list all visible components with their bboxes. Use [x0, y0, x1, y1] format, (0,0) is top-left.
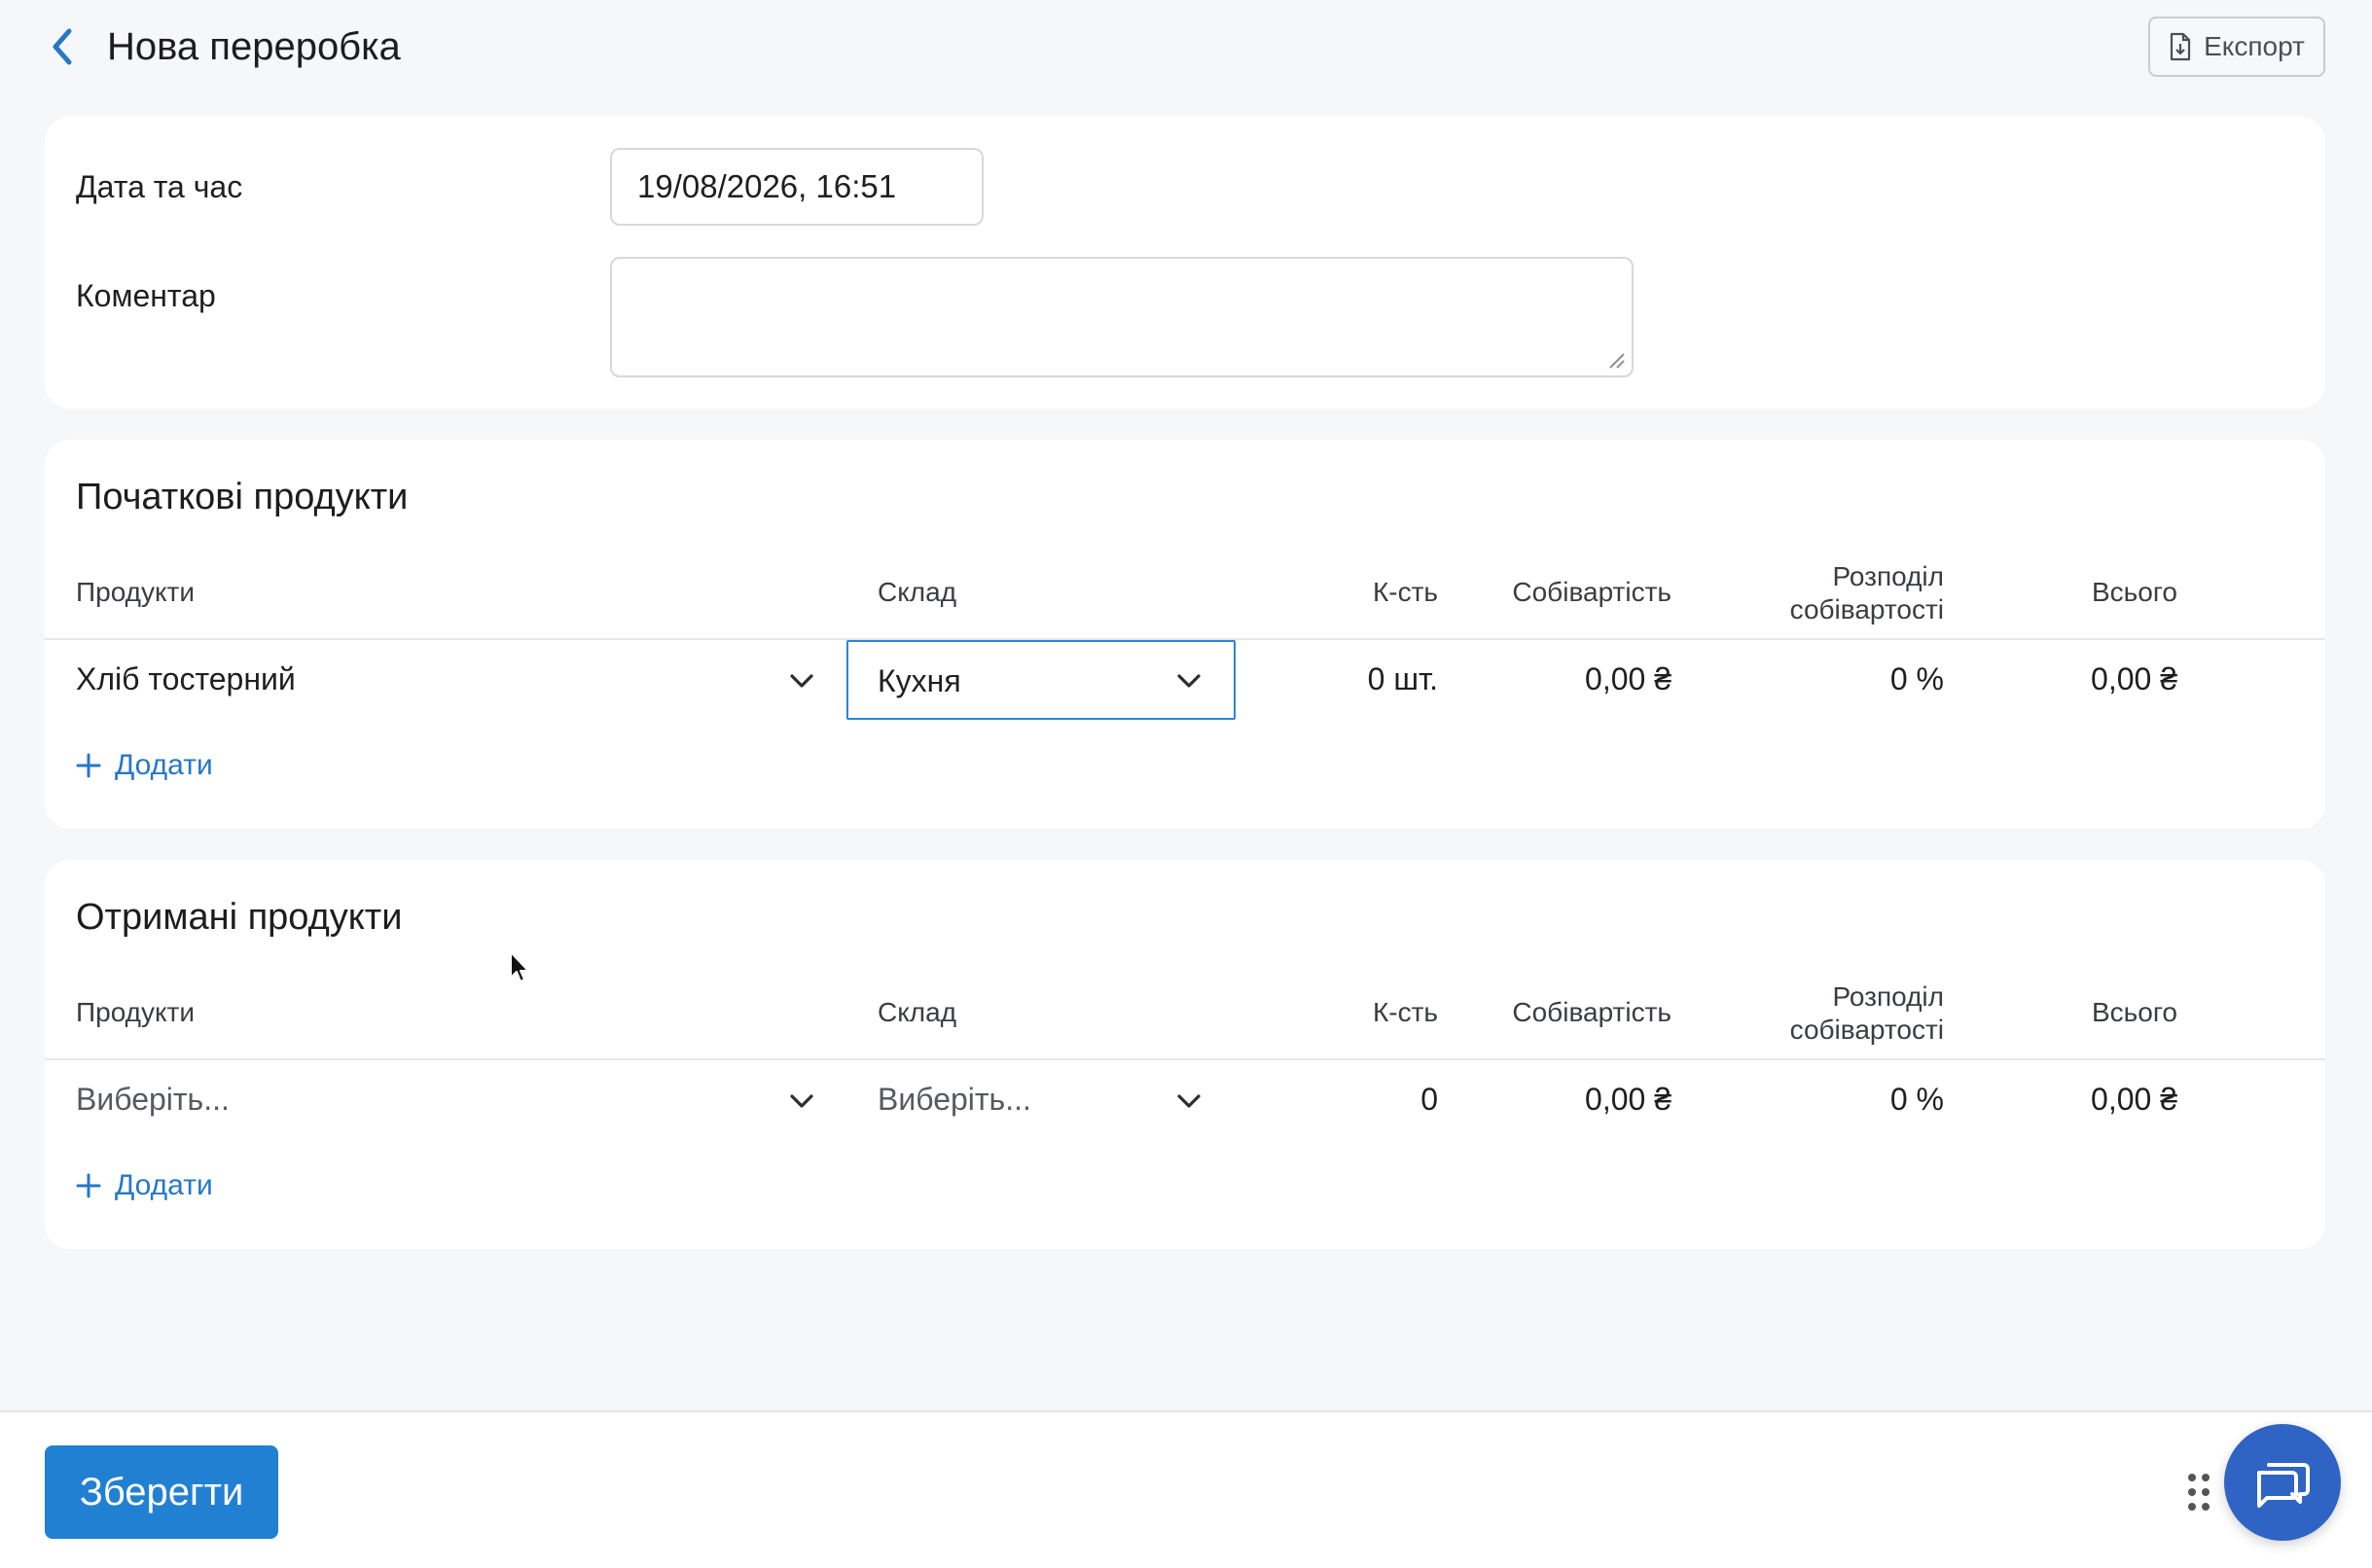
- plus-icon: [76, 1173, 101, 1198]
- save-button[interactable]: Зберегти: [45, 1445, 278, 1539]
- distribution-header-line2: собівартості: [1789, 1015, 1944, 1045]
- export-label: Експорт: [2204, 31, 2305, 61]
- distribution-value[interactable]: 0 %: [1699, 1082, 1944, 1118]
- add-label: Додати: [115, 1169, 213, 1201]
- column-header-warehouse: Склад: [878, 577, 957, 607]
- column-header-warehouse: Склад: [878, 997, 957, 1027]
- total-value: 0,00 ₴: [2091, 1082, 2177, 1117]
- add-received-product-link[interactable]: Додати: [76, 1169, 213, 1202]
- date-label: Дата та час: [76, 169, 243, 204]
- footer-bar: Зберегти: [0, 1410, 2372, 1568]
- column-header-cost: Собівартість: [1512, 997, 1671, 1027]
- column-header-qty: К-сть: [1372, 997, 1438, 1027]
- cost-value: 0,00 ₴: [1585, 661, 1671, 696]
- chat-bubbles-icon: [2257, 1463, 2310, 1508]
- column-header-total: Всього: [2091, 997, 2177, 1027]
- product-select[interactable]: Хліб тостерний: [76, 661, 296, 697]
- initial-products-card: Початкові продукти Продукти Склад К-сть …: [45, 440, 2325, 829]
- cost-value: 0,00 ₴: [1585, 1082, 1671, 1117]
- warehouse-value: Кухня: [878, 663, 961, 698]
- distribution-header-line1: Розподіл: [1832, 561, 1944, 591]
- column-header-products: Продукти: [76, 997, 196, 1027]
- column-header-distribution: Розподіл собівартості: [1699, 560, 1944, 626]
- file-download-icon: [2171, 32, 2191, 61]
- comment-textarea[interactable]: [610, 257, 1634, 377]
- mouse-cursor-icon: [510, 951, 529, 982]
- distribution-value[interactable]: 0 %: [1699, 661, 1944, 697]
- chevron-down-icon[interactable]: [1173, 1086, 1204, 1117]
- export-button[interactable]: Експорт: [2148, 17, 2325, 77]
- distribution-header-line1: Розподіл: [1832, 981, 1944, 1012]
- comment-label: Коментар: [76, 278, 216, 313]
- header-divider: [45, 1058, 2325, 1060]
- top-bar: Нова переробка Експорт: [0, 0, 2372, 97]
- total-value: 0,00 ₴: [2091, 661, 2177, 696]
- qty-value[interactable]: 0: [1310, 1082, 1438, 1118]
- column-header-distribution: Розподіл собівартості: [1699, 980, 1944, 1047]
- resize-grip-icon[interactable]: [1604, 348, 1626, 370]
- chevron-down-icon: [1177, 674, 1201, 688]
- back-button[interactable]: [43, 21, 82, 72]
- distribution-header-line2: собівартості: [1789, 594, 1944, 624]
- warehouse-select[interactable]: Кухня: [846, 640, 1236, 720]
- received-products-card: Отримані продукти Продукти Склад К-сть С…: [45, 860, 2325, 1249]
- section-title: Початкові продукти: [76, 477, 409, 517]
- qty-value[interactable]: 0 шт.: [1310, 661, 1438, 697]
- product-select-placeholder[interactable]: Виберіть...: [76, 1082, 230, 1118]
- warehouse-select-placeholder[interactable]: Виберіть...: [878, 1082, 1031, 1118]
- chevron-down-icon[interactable]: [786, 1086, 817, 1117]
- column-header-qty: К-сть: [1372, 577, 1438, 607]
- drag-dots-icon[interactable]: [2185, 1471, 2212, 1514]
- column-header-total: Всього: [2091, 577, 2177, 607]
- chevron-down-icon[interactable]: [786, 665, 817, 696]
- chat-button[interactable]: [2224, 1424, 2341, 1541]
- general-info-card: Дата та час Коментар: [45, 117, 2325, 409]
- column-header-products: Продукти: [76, 577, 196, 607]
- page-title: Нова переробка: [107, 25, 401, 68]
- plus-icon: [76, 753, 101, 778]
- section-title: Отримані продукти: [76, 897, 403, 938]
- date-time-input[interactable]: [610, 148, 984, 226]
- add-label: Додати: [115, 749, 213, 781]
- column-header-cost: Собівартість: [1512, 577, 1671, 607]
- add-initial-product-link[interactable]: Додати: [76, 749, 213, 782]
- chevron-left-icon: [53, 28, 72, 65]
